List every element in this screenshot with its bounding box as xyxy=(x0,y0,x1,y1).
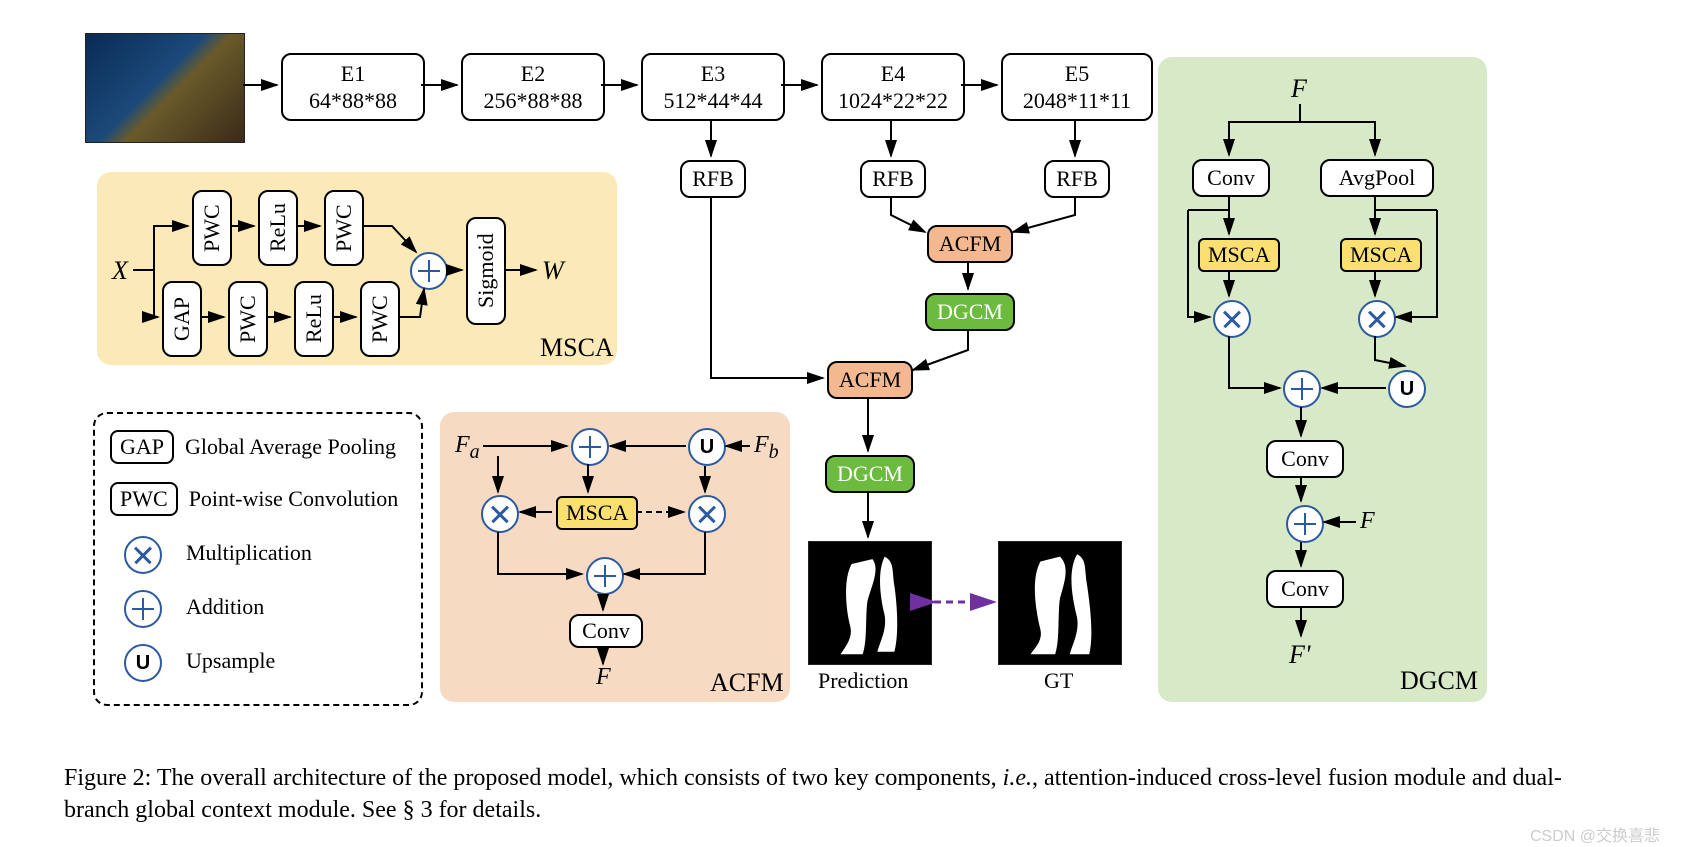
watermark: CSDN @交换喜悲 xyxy=(1530,822,1660,846)
e1-dims: 64*88*88 xyxy=(283,87,423,115)
acfm-fb: Fb xyxy=(754,432,779,464)
figure-canvas: E1 64*88*88 E2 256*88*88 E3 512*44*44 E4… xyxy=(0,0,1681,847)
acfm-fa: Fa xyxy=(455,432,480,464)
msca-gap: GAP xyxy=(162,281,202,357)
dgcm-add-2 xyxy=(1286,505,1324,543)
msca-sigmoid: Sigmoid xyxy=(466,217,506,325)
dgcm-mult-r xyxy=(1358,300,1396,338)
acfm-f-out: F xyxy=(596,664,611,691)
dgcm-add-1 xyxy=(1283,370,1321,408)
legend-pwc-row: PWC Point-wise Convolution xyxy=(110,482,398,516)
e3-dims: 512*44*44 xyxy=(643,87,783,115)
dgcm-2: DGCM xyxy=(825,455,915,493)
dgcm-msca-l: MSCA xyxy=(1198,238,1280,272)
msca-relu-b: ReLu xyxy=(294,281,334,357)
rfb-5: RFB xyxy=(1044,160,1110,198)
legend-add-txt: Addition xyxy=(186,594,264,620)
msca-pwc-b2: PWC xyxy=(360,281,400,357)
legend-mult-icon xyxy=(124,536,162,574)
gt-image xyxy=(998,541,1122,665)
figure-caption: Figure 2: The overall architecture of th… xyxy=(64,762,1614,827)
encoder-e3: E3 512*44*44 xyxy=(641,53,785,121)
msca-add-icon xyxy=(410,252,448,290)
legend-up-icon: U xyxy=(124,644,162,682)
acfm-mult-left xyxy=(481,495,519,533)
acfm-add-bottom xyxy=(586,557,624,595)
legend-up-txt: Upsample xyxy=(186,648,275,674)
encoder-e2: E2 256*88*88 xyxy=(461,53,605,121)
dgcm-panel-label: DGCM xyxy=(1400,666,1478,696)
rfb-3: RFB xyxy=(680,160,746,198)
acfm-conv: Conv xyxy=(569,614,643,648)
msca-pwc-b1: PWC xyxy=(228,281,268,357)
acfm-panel xyxy=(440,412,790,702)
e2-name: E2 xyxy=(463,60,603,88)
acfm-upsample-icon: U xyxy=(688,428,726,466)
acfm-mult-right xyxy=(688,495,726,533)
acfm-add-top xyxy=(571,428,609,466)
dgcm-conv-out: Conv xyxy=(1266,570,1344,608)
msca-x: X xyxy=(112,256,128,286)
dgcm-f-out: F' xyxy=(1289,640,1310,670)
encoder-e1: E1 64*88*88 xyxy=(281,53,425,121)
encoder-e5: E5 2048*11*11 xyxy=(1001,53,1153,121)
encoder-e4: E4 1024*22*22 xyxy=(821,53,965,121)
gt-label: GT xyxy=(1044,668,1073,694)
msca-panel-label: MSCA xyxy=(540,333,614,363)
e2-dims: 256*88*88 xyxy=(463,87,603,115)
e5-name: E5 xyxy=(1003,60,1151,88)
msca-w: W xyxy=(542,256,564,286)
prediction-label: Prediction xyxy=(818,668,908,694)
dgcm-avgpool: AvgPool xyxy=(1320,159,1434,197)
dgcm-msca-r: MSCA xyxy=(1340,238,1422,272)
acfm-2: ACFM xyxy=(827,361,913,399)
dgcm-f-in: F xyxy=(1291,74,1307,104)
rfb-4: RFB xyxy=(860,160,926,198)
e4-name: E4 xyxy=(823,60,963,88)
acfm-msca: MSCA xyxy=(556,496,638,530)
legend-add-icon xyxy=(124,590,162,628)
acfm-panel-label: ACFM xyxy=(710,668,784,698)
dgcm-conv-l: Conv xyxy=(1192,159,1270,197)
legend-mult-txt: Multiplication xyxy=(186,540,312,566)
prediction-image xyxy=(808,541,932,665)
dgcm-conv-mid: Conv xyxy=(1266,440,1344,478)
e5-dims: 2048*11*11 xyxy=(1003,87,1151,115)
e3-name: E3 xyxy=(643,60,783,88)
msca-pwc-t1: PWC xyxy=(192,190,232,266)
msca-pwc-t2: PWC xyxy=(324,190,364,266)
legend-gap-row: GAP Global Average Pooling xyxy=(110,430,396,464)
e1-name: E1 xyxy=(283,60,423,88)
dgcm-1: DGCM xyxy=(925,293,1015,331)
e4-dims: 1024*22*22 xyxy=(823,87,963,115)
msca-relu-t: ReLu xyxy=(258,190,298,266)
dgcm-upsample-icon: U xyxy=(1388,370,1426,408)
input-image xyxy=(85,33,245,143)
dgcm-mult-l xyxy=(1213,300,1251,338)
acfm-1: ACFM xyxy=(927,225,1013,263)
dgcm-f-skip: F xyxy=(1360,508,1375,535)
